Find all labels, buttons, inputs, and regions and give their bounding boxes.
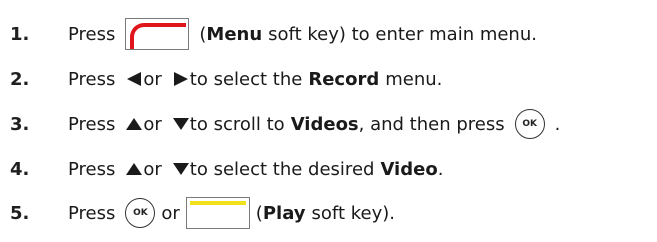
step-description: to select the desired — [189, 158, 375, 180]
or-word: or — [143, 68, 162, 90]
videos-item: Videos — [290, 113, 359, 135]
step-text: Press OK or (Play soft key). — [68, 196, 395, 230]
step-number: 1. — [10, 23, 30, 45]
step-description: to select the — [189, 68, 303, 90]
right-arrow-icon — [172, 71, 190, 87]
step-tail: menu. — [385, 68, 443, 90]
down-arrow-icon — [172, 116, 190, 132]
step-number: 2. — [10, 68, 30, 90]
paren-open: ( — [255, 202, 263, 224]
step-text: Press or to select the desired Video. — [68, 152, 443, 186]
red-softkey-icon — [125, 18, 190, 50]
yellow-softkey-icon — [185, 197, 250, 229]
or-word: or — [143, 113, 162, 135]
step-number: 4. — [10, 158, 30, 180]
step-text: Press or to select the Record menu. — [68, 62, 442, 96]
step-number: 5. — [10, 202, 30, 224]
record-item: Record — [308, 68, 380, 90]
step-description: to scroll to — [189, 113, 285, 135]
ok-key-icon: OK — [125, 198, 156, 228]
press-word: Press — [68, 23, 116, 45]
or-word: or — [161, 202, 180, 224]
step-end: . — [437, 158, 444, 180]
press-word: Press — [68, 202, 116, 224]
or-word: or — [143, 158, 162, 180]
up-arrow-icon — [125, 161, 143, 177]
instruction-steps: 1. Press (Menu soft key) to enter main m… — [0, 0, 657, 242]
step-text: Press (Menu soft key) to enter main menu… — [68, 17, 537, 51]
step-tail: , and then press — [358, 113, 505, 135]
paren-open: ( — [199, 23, 207, 45]
menu-key-name: Menu — [206, 23, 263, 45]
step-description: soft key). — [311, 202, 395, 224]
ok-key-icon: OK — [514, 109, 545, 139]
left-arrow-icon — [125, 71, 143, 87]
step-number: 3. — [10, 113, 30, 135]
step-description: soft key) to enter main menu. — [268, 23, 537, 45]
press-word: Press — [68, 68, 116, 90]
up-arrow-icon — [125, 116, 143, 132]
down-arrow-icon — [172, 161, 190, 177]
video-item: Video — [380, 158, 438, 180]
step-text: Press or to scroll to Videos, and then p… — [68, 107, 560, 141]
step-end: . — [554, 113, 561, 135]
play-key-name: Play — [262, 202, 306, 224]
press-word: Press — [68, 158, 116, 180]
press-word: Press — [68, 113, 116, 135]
